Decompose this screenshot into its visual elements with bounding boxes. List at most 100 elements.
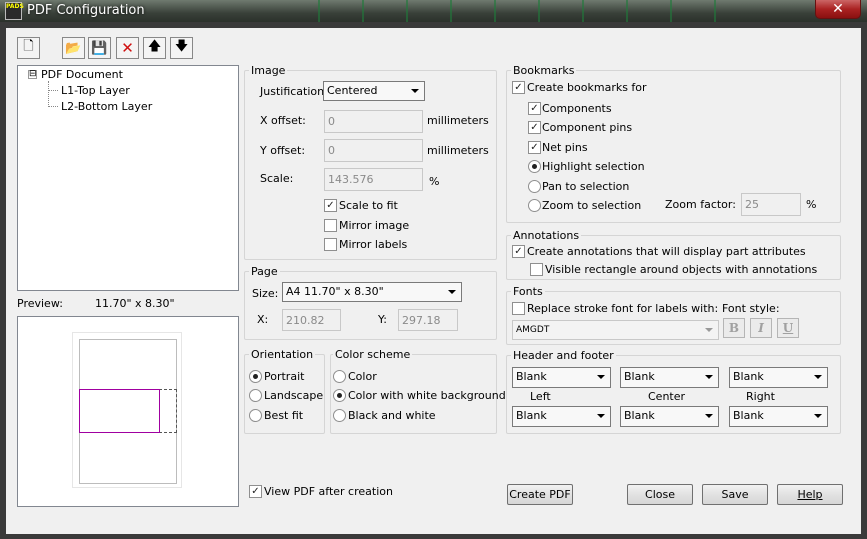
move-down-button[interactable]: 🡇: [170, 37, 193, 59]
open-button[interactable]: 📂: [62, 37, 85, 59]
preview-label: Preview:: [17, 297, 63, 310]
color-radio[interactable]: [333, 370, 346, 383]
header-left-select[interactable]: Blank: [512, 367, 611, 388]
save-config-button[interactable]: 💾: [88, 37, 111, 59]
create-annotations-label[interactable]: Create annotations that will display par…: [527, 245, 806, 258]
visible-rectangle-label[interactable]: Visible rectangle around objects with an…: [545, 263, 817, 276]
move-up-button[interactable]: 🡅: [143, 37, 166, 59]
best-fit-label[interactable]: Best fit: [264, 409, 303, 422]
annotations-title: Annotations: [511, 229, 582, 242]
black-white-radio[interactable]: [333, 409, 346, 422]
portrait-label[interactable]: Portrait: [264, 370, 304, 383]
footer-right-select[interactable]: Blank: [729, 406, 828, 427]
black-white-label[interactable]: Black and white: [348, 409, 436, 422]
italic-icon: I: [758, 321, 764, 335]
chevron-down-icon: [448, 290, 456, 294]
mirror-image-checkbox[interactable]: [324, 219, 337, 232]
arrow-down-icon: 🡇: [174, 39, 189, 54]
underline-icon: U: [782, 321, 794, 335]
select-value: Blank: [733, 370, 764, 383]
net-pins-checkbox[interactable]: ✓: [528, 141, 541, 154]
create-annotations-checkbox[interactable]: ✓: [512, 245, 525, 258]
left-column-label: Left: [530, 390, 551, 403]
chevron-down-icon: [597, 414, 605, 418]
color-white-bg-radio[interactable]: [333, 389, 346, 402]
center-column-label: Center: [648, 390, 686, 403]
preview-image-area: [79, 389, 160, 433]
component-pins-label[interactable]: Component pins: [542, 121, 632, 134]
new-file-icon: 🗋: [23, 39, 34, 54]
highlight-selection-label[interactable]: Highlight selection: [542, 160, 645, 173]
app-icon: PADS: [5, 2, 24, 20]
window-close-button[interactable]: ✕: [815, 0, 861, 19]
italic-button[interactable]: I: [750, 318, 772, 338]
mirror-labels-checkbox[interactable]: [324, 238, 337, 251]
mirror-labels-label[interactable]: Mirror labels: [339, 238, 407, 251]
portrait-radio[interactable]: [249, 370, 262, 383]
best-fit-radio[interactable]: [249, 409, 262, 422]
highlight-selection-radio[interactable]: [528, 160, 541, 173]
scale-percent: %: [429, 175, 440, 188]
pan-selection-radio[interactable]: [528, 180, 541, 193]
view-pdf-label[interactable]: View PDF after creation: [264, 485, 393, 498]
page-x-field[interactable]: 210.82: [282, 309, 341, 331]
page-size-select[interactable]: A4 11.70" x 8.30": [282, 282, 462, 302]
scale-label: Scale:: [260, 172, 294, 185]
create-bookmarks-label[interactable]: Create bookmarks for: [527, 81, 647, 94]
zoom-selection-radio[interactable]: [528, 199, 541, 212]
create-bookmarks-checkbox[interactable]: ✓: [512, 81, 525, 94]
x-offset-field[interactable]: 0: [324, 110, 423, 133]
right-column-label: Right: [746, 390, 775, 403]
new-document-button[interactable]: 🗋: [17, 37, 40, 59]
scale-field[interactable]: 143.576: [324, 168, 423, 191]
landscape-label[interactable]: Landscape: [264, 389, 323, 402]
tree-collapse-icon[interactable]: ⊟: [28, 70, 37, 79]
delete-button[interactable]: ✕: [116, 37, 139, 59]
font-select[interactable]: AMGDT: [512, 320, 719, 340]
header-right-select[interactable]: Blank: [729, 367, 828, 388]
select-value: Blank: [624, 370, 655, 383]
components-checkbox[interactable]: ✓: [528, 102, 541, 115]
close-button[interactable]: Close: [627, 484, 693, 505]
color-scheme-title: Color scheme: [333, 348, 413, 361]
page-size-value: A4 11.70" x 8.30": [286, 285, 384, 298]
page-x-label: X:: [257, 313, 269, 326]
tree-item-layer[interactable]: L2-Bottom Layer: [61, 100, 152, 113]
create-pdf-button[interactable]: Create PDF: [507, 484, 573, 505]
tree-root-pdf-document[interactable]: PDF Document: [41, 68, 123, 81]
footer-left-select[interactable]: Blank: [512, 406, 611, 427]
tree-item-layer[interactable]: L1-Top Layer: [61, 84, 130, 97]
footer-center-select[interactable]: Blank: [620, 406, 719, 427]
pan-selection-label[interactable]: Pan to selection: [542, 180, 629, 193]
scale-to-fit-label[interactable]: Scale to fit: [339, 199, 398, 212]
scale-to-fit-checkbox[interactable]: ✓: [324, 199, 337, 212]
replace-stroke-font-checkbox[interactable]: [512, 302, 525, 315]
color-white-bg-label[interactable]: Color with white background: [348, 389, 506, 402]
underline-button[interactable]: U: [777, 318, 799, 338]
y-offset-field[interactable]: 0: [324, 139, 423, 162]
font-value: AMGDT: [516, 325, 550, 335]
color-label[interactable]: Color: [348, 370, 377, 383]
x-offset-label: X offset:: [260, 114, 306, 127]
help-button[interactable]: Help: [777, 484, 843, 505]
bold-button[interactable]: B: [723, 318, 745, 338]
replace-stroke-font-label[interactable]: Replace stroke font for labels with:: [527, 302, 718, 315]
zoom-factor-field[interactable]: 25: [741, 193, 801, 216]
fonts-title: Fonts: [511, 285, 545, 298]
justification-select[interactable]: Centered: [323, 81, 425, 101]
chevron-down-icon: [411, 89, 419, 93]
page-y-field[interactable]: 297.18: [398, 309, 458, 331]
mirror-image-label[interactable]: Mirror image: [339, 219, 409, 232]
document-tree[interactable]: [17, 65, 239, 291]
zoom-selection-label[interactable]: Zoom to selection: [542, 199, 641, 212]
floppy-disk-icon: 💾: [91, 40, 108, 56]
save-button[interactable]: Save: [702, 484, 768, 505]
net-pins-label[interactable]: Net pins: [542, 141, 588, 154]
chevron-down-icon: [597, 375, 605, 379]
view-pdf-checkbox[interactable]: ✓: [249, 485, 262, 498]
visible-rectangle-checkbox[interactable]: [530, 263, 543, 276]
components-label[interactable]: Components: [542, 102, 612, 115]
landscape-radio[interactable]: [249, 389, 262, 402]
component-pins-checkbox[interactable]: ✓: [528, 121, 541, 134]
header-center-select[interactable]: Blank: [620, 367, 719, 388]
